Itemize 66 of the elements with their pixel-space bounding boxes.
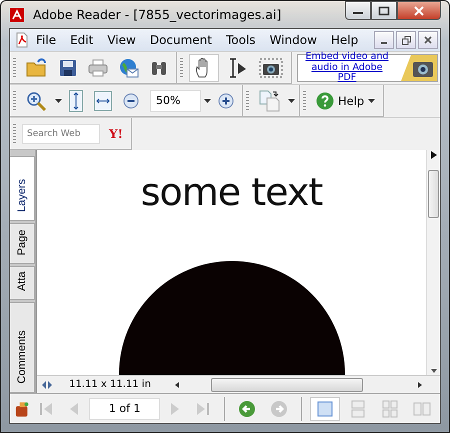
page-layout-icon [412, 400, 431, 418]
page-size: 11.11 x 11.11 in [68, 379, 152, 390]
caret-icon [368, 98, 376, 102]
restore-icon [402, 36, 410, 44]
split-icon[interactable] [41, 380, 53, 390]
fit-width-icon [94, 90, 112, 110]
caret-icon[interactable] [288, 98, 295, 102]
camera-icon [259, 58, 283, 78]
last-page-icon [195, 400, 212, 416]
zoom-field[interactable]: 50% [150, 90, 201, 112]
restore-button[interactable] [396, 31, 416, 49]
close-button[interactable] [418, 31, 438, 49]
page-layout-icon [316, 400, 334, 418]
hand-tool-button[interactable] [189, 54, 219, 82]
menu-item[interactable]: Document [142, 33, 219, 47]
document-text: some text [140, 170, 322, 214]
promo-link[interactable]: Embed video and audio in Adobe PDF [301, 52, 393, 84]
next-page-icon [169, 400, 182, 416]
page-layout-icon [380, 400, 399, 418]
search-logo[interactable]: Y! [103, 126, 127, 140]
magnifier-icon [26, 90, 48, 110]
side-tab[interactable]: Layers [10, 156, 35, 222]
save-icon [59, 58, 77, 76]
side-tab[interactable]: Comments [10, 302, 35, 393]
maximize-button[interactable] [371, 1, 397, 20]
zoom-out-icon [123, 92, 139, 108]
window-title: Adobe Reader - [7855_vectorimages.ai] [33, 7, 282, 22]
side-tab[interactable]: Page [10, 223, 35, 264]
single-page-view-button[interactable] [310, 396, 340, 420]
caret-icon[interactable] [55, 98, 62, 102]
close-button[interactable] [397, 1, 441, 20]
minimize-button[interactable] [345, 1, 371, 20]
previous-page-icon [68, 400, 80, 416]
page-layout-icon [348, 400, 367, 418]
side-tab[interactable]: Atta [10, 266, 35, 300]
page-number-field[interactable]: 1 of 1 [89, 398, 160, 420]
menu-item[interactable]: Edit [63, 33, 100, 47]
globe-envelope-icon [119, 58, 139, 78]
scroll-thumb[interactable] [211, 378, 363, 392]
close-icon [424, 36, 432, 44]
search-field[interactable]: Search Web [22, 124, 100, 144]
minimize-button[interactable] [374, 31, 394, 49]
caret-icon[interactable] [204, 98, 211, 102]
menu-item[interactable]: Help [324, 33, 366, 47]
app-logo-icon [9, 6, 25, 22]
toolbox-icon[interactable] [14, 400, 30, 418]
help-button[interactable]: Help [312, 92, 380, 110]
menu-item[interactable]: View [100, 33, 143, 47]
scroll-thumb[interactable] [428, 170, 439, 218]
folder-icon [26, 58, 48, 78]
fit-page-icon [69, 90, 83, 112]
scroll-left-arrow-icon[interactable] [173, 380, 181, 388]
vertical-scrollbar[interactable] [426, 150, 440, 375]
close-icon [413, 6, 425, 16]
printer-icon [88, 58, 108, 76]
zoom-in-icon [218, 92, 234, 108]
menu-item[interactable]: Window [262, 33, 324, 47]
pages-icon [259, 90, 281, 112]
document-icon [14, 32, 30, 48]
maximize-icon [378, 6, 390, 16]
first-page-icon [38, 400, 54, 416]
help-icon [316, 92, 334, 110]
scroll-right-arrow-icon[interactable] [416, 380, 424, 388]
menu-item[interactable]: File [30, 33, 64, 47]
menu-item[interactable]: Tools [219, 33, 263, 47]
camera-icon [401, 55, 437, 81]
